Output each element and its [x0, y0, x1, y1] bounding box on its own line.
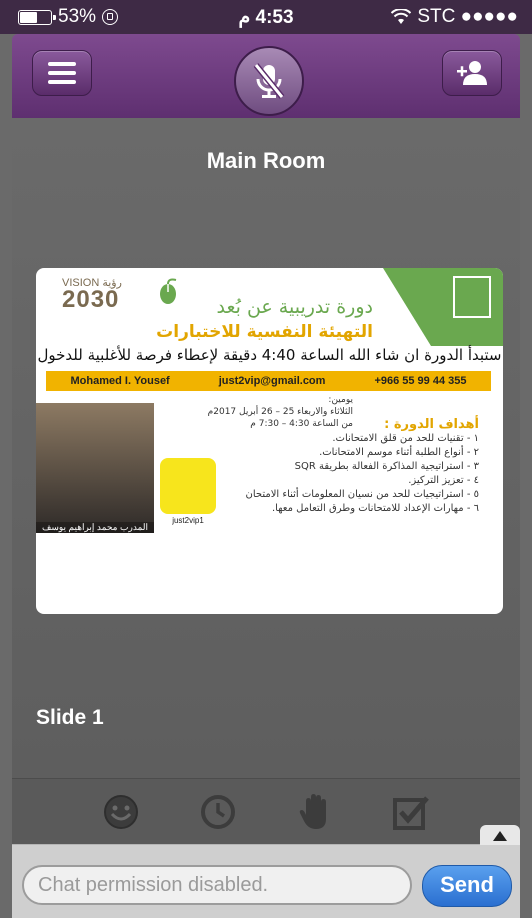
goal-item: ٣ - استراتيجية المذاكرة الفعالة بطريقة S…: [294, 461, 479, 472]
wifi-icon: [391, 9, 412, 24]
goal-item: ٤ - تعزيز التركيز.: [408, 475, 479, 486]
course-subtitle: التهيئة النفسية للاختبارات: [156, 322, 373, 342]
trainer-photo: المدرب محمد إبراهيم يوسف: [36, 403, 154, 533]
mouse-icon: [160, 278, 177, 304]
smiley-icon: [103, 794, 138, 829]
participants-button[interactable]: [442, 50, 502, 96]
goal-item: ٦ - مهارات الإعداد للامتحانات وطرق التعا…: [271, 503, 479, 514]
contact-strip: Mohamed I. Yousef just2vip@gmail.com +96…: [46, 371, 491, 391]
email-text: just2vip@gmail.com: [218, 375, 326, 387]
top-bar: [12, 34, 520, 118]
muted-microphone-icon: [253, 63, 285, 99]
carrier: STC ●●●●●: [417, 6, 518, 27]
goals-title: أهداف الدورة :: [384, 417, 479, 432]
university-logo: [453, 276, 491, 318]
start-note: ستبدأ الدورة ان شاء الله الساعة 4:40 دقي…: [37, 346, 502, 364]
presentation-slide[interactable]: VISION رؤية 2030 دورة تدريبية عن بُعد ال…: [36, 268, 503, 614]
trainer-name: Mohamed I. Yousef: [70, 375, 170, 387]
expand-chat-button[interactable]: [480, 825, 520, 845]
room-panel: Main Room VISION رؤية 2030 دورة تدريبية …: [12, 118, 520, 778]
photo-caption: المدرب محمد إبراهيم يوسف: [36, 522, 154, 533]
menu-button[interactable]: [32, 50, 92, 96]
days-label: يومين:: [328, 395, 353, 405]
add-user-icon: [457, 61, 487, 85]
step-away-button[interactable]: [198, 792, 238, 832]
clock-icon: [200, 794, 235, 829]
phone-text: +966 55 99 44 355: [374, 375, 467, 387]
status-bar: 53% 4:53 م STC ●●●●●: [0, 0, 532, 34]
send-button[interactable]: Send: [422, 865, 512, 907]
emoticon-button[interactable]: [101, 792, 141, 832]
goal-item: ١ - تقنيات للحد من قلق الامتحانات.: [332, 433, 479, 444]
poll-button[interactable]: [392, 792, 432, 832]
course-goals: أهداف الدورة : ١ - تقنيات للحد من قلق ال…: [203, 418, 479, 516]
status-right: STC ●●●●●: [391, 6, 518, 28]
room-title: Main Room: [206, 148, 326, 173]
mute-mic-button[interactable]: [234, 46, 304, 116]
goal-item: ٥ - استراتيجيات للحد من نسيان المعلومات …: [245, 489, 479, 500]
emote-toolbar: [12, 778, 520, 844]
checkbox-icon: [392, 795, 429, 830]
slide-label: Slide 1: [36, 706, 104, 729]
vision-year: 2030: [62, 286, 120, 313]
date-line: الثلاثاء والاربعاء 25 – 26 أبريل 2017م: [207, 407, 353, 417]
snap-handle: just2vip1: [172, 516, 204, 525]
hand-icon: [299, 793, 326, 829]
chat-input[interactable]: Chat permission disabled.: [22, 865, 412, 905]
chat-bar: Chat permission disabled. Send: [12, 825, 520, 918]
goal-item: ٢ - أنواع الطلبة أثناء موسم الامتحانات.: [319, 447, 479, 458]
raise-hand-button[interactable]: [295, 792, 335, 832]
course-title: دورة تدريبية عن بُعد: [216, 296, 374, 318]
